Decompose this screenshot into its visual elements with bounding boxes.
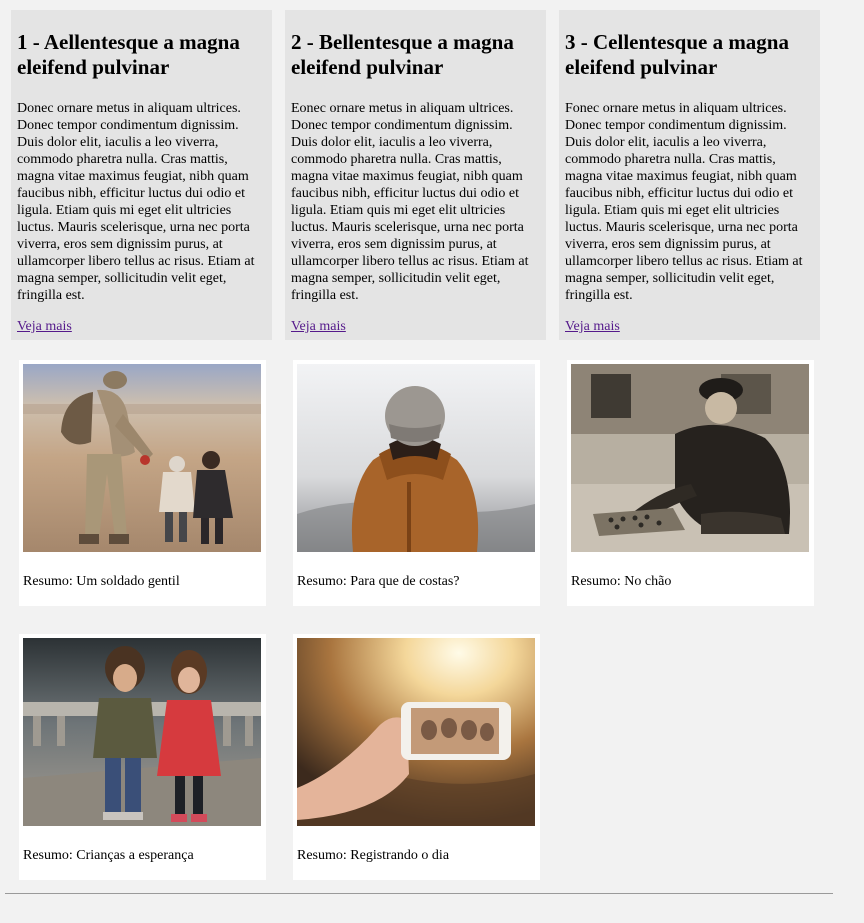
article-body: Donec ornare metus in aliquam ultrices. … (17, 101, 255, 303)
gallery-card[interactable]: Resumo: Crianças a esperança (19, 634, 266, 880)
gallery-card[interactable]: Resumo: Registrando o dia (293, 634, 540, 880)
read-more-link[interactable]: Veja mais (17, 318, 72, 335)
card-caption: Resumo: Um soldado gentil (23, 574, 180, 589)
horizontal-divider (5, 893, 833, 894)
article-card-1: 1 - Aellentesque a magna eleifend pulvin… (11, 10, 272, 340)
card-caption: Resumo: Para que de costas? (297, 574, 460, 589)
read-more-link[interactable]: Veja mais (291, 318, 346, 335)
person-back-photo[interactable] (297, 364, 535, 552)
man-on-floor-photo[interactable] (571, 364, 809, 552)
gallery-card[interactable]: Resumo: Um soldado gentil (19, 360, 266, 606)
article-title: 2 - Bellentesque a magna eleifend pulvin… (291, 30, 514, 79)
card-caption: Resumo: Registrando o dia (297, 848, 450, 863)
card-caption: Resumo: No chão (571, 574, 672, 589)
phone-selfie-photo[interactable] (297, 638, 535, 826)
article-card-3: 3 - Cellentesque a magna eleifend pulvin… (559, 10, 820, 340)
photo-gallery: Resumo: Um soldado gentil Resumo: Para q… (19, 360, 849, 880)
article-body: Eonec ornare metus in aliquam ultrices. … (291, 101, 529, 303)
card-caption: Resumo: Crianças a esperança (23, 848, 194, 863)
articles-row: 1 - Aellentesque a magna eleifend pulvin… (11, 10, 820, 340)
article-card-2: 2 - Bellentesque a magna eleifend pulvin… (285, 10, 546, 340)
gallery-card[interactable]: Resumo: Para que de costas? (293, 360, 540, 606)
article-title: 3 - Cellentesque a magna eleifend pulvin… (565, 30, 789, 79)
article-title: 1 - Aellentesque a magna eleifend pulvin… (17, 30, 240, 79)
soldier-children-photo[interactable] (23, 364, 261, 552)
article-body: Fonec ornare metus in aliquam ultrices. … (565, 101, 803, 303)
gallery-card[interactable]: Resumo: No chão (567, 360, 814, 606)
children-photo[interactable] (23, 638, 261, 826)
read-more-link[interactable]: Veja mais (565, 318, 620, 335)
